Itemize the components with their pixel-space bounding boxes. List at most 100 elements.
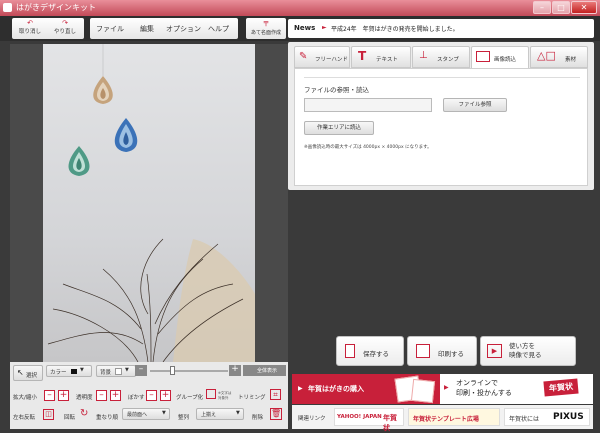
news-arrow-icon: ► <box>322 24 327 31</box>
print-label: 印刷する <box>438 350 464 358</box>
printer-icon <box>416 344 430 358</box>
undo-redo-group: ↶ 取り消し ↷ やり直し <box>12 18 84 39</box>
group-label[interactable]: グループ化 <box>176 393 203 401</box>
size-note: ※画像読込時の最大サイズは 4000px × 4000px になります。 <box>304 145 432 150</box>
redo-icon: ↷ <box>62 19 68 27</box>
trash-icon[interactable]: 🗑 <box>270 408 282 420</box>
file-path-input[interactable] <box>304 98 432 112</box>
blur-down-button[interactable]: – <box>146 390 157 401</box>
tab-image-load-label: 画像読込 <box>494 57 517 63</box>
address-side-button[interactable]: 〒 あて名面作成 <box>246 18 286 39</box>
monitor-icon <box>476 51 490 62</box>
address-label: あて名面作成 <box>251 30 281 36</box>
drop-blue <box>114 118 138 152</box>
tab-image-load[interactable]: 画像読込 <box>471 46 529 68</box>
tab-stamp[interactable]: ⊥ スタンプ <box>412 46 470 68</box>
app-icon <box>3 3 12 12</box>
minimize-button[interactable]: – <box>533 1 551 14</box>
video-guide-button[interactable]: ▶ 使い方を 映像で見る <box>480 336 576 366</box>
tab-freehand-label: フリーハンド <box>315 57 348 63</box>
redo-button[interactable]: ↷ やり直し <box>49 19 81 38</box>
trim-label[interactable]: トリミング <box>238 393 266 401</box>
menu-options[interactable]: オプション <box>166 24 201 34</box>
close-button[interactable]: ✕ <box>571 1 597 14</box>
select-label: 選択 <box>26 373 38 379</box>
related-links: 関連リンク YAHOO! JAPAN 年賀状 年賀状テンプレート広場 年賀状には… <box>292 405 593 432</box>
fit-view-button[interactable]: 全体表示 <box>243 365 286 376</box>
news-text[interactable]: 平成24年 年賀はがきの発売を開始しました。 <box>331 24 459 33</box>
order-value: 最前面へ <box>127 412 148 418</box>
select-tool[interactable]: ↖ 選択 <box>13 365 43 381</box>
load-to-workarea-button[interactable]: 作業エリアに読込 <box>304 121 374 135</box>
pixus-pre: 年賀状には <box>509 416 540 423</box>
yahoo-sub: 年賀状 <box>383 414 397 432</box>
group-icon[interactable] <box>206 389 216 399</box>
blur-label: ぼかす <box>128 395 145 401</box>
flip-label[interactable]: 左右反転 <box>13 413 35 421</box>
opacity-label: 透明度 <box>76 395 93 401</box>
maximize-button[interactable]: □ <box>552 1 570 14</box>
pen-icon: ✎ <box>299 51 308 62</box>
redo-label: やり直し <box>53 29 76 35</box>
tab-material[interactable]: △□ 素材 <box>530 46 588 68</box>
chevron-down-icon: ▼ <box>162 410 166 416</box>
rotate-icon[interactable]: ↻ <box>80 408 88 419</box>
cursor-icon: ↖ <box>17 368 24 377</box>
opacity-up-button[interactable]: + <box>110 390 121 401</box>
tab-text[interactable]: T テキスト <box>351 46 411 68</box>
crop-icon[interactable]: ⌗ <box>270 389 281 400</box>
zoom-out-button[interactable]: – <box>135 365 147 376</box>
text-icon: T <box>358 49 367 63</box>
pixus-logo: PIXUS <box>553 412 584 422</box>
shapes-icon: △□ <box>537 49 556 62</box>
rotate-label[interactable]: 回転 <box>64 413 75 421</box>
divider <box>304 77 580 78</box>
postcard-canvas[interactable] <box>43 44 255 362</box>
order-select[interactable]: 最前面へ ▼ <box>122 408 170 420</box>
browse-button[interactable]: ファイル参照 <box>443 98 507 112</box>
buy-postcards-label: 年賀はがきの購入 <box>308 385 364 393</box>
drop-beige <box>93 76 113 104</box>
tab-freehand[interactable]: ✎ フリーハンド <box>294 46 350 68</box>
postcard-image <box>410 378 436 404</box>
chevron-down-icon: ▼ <box>236 410 240 416</box>
arrow-right-icon: ▶ <box>298 385 303 392</box>
save-button[interactable]: 保存する <box>336 336 404 366</box>
color-label: カラー <box>50 370 67 376</box>
menu-help[interactable]: ヘルプ <box>208 24 229 34</box>
background-picker[interactable]: 背景 ▼ <box>96 365 136 377</box>
yahoo-link[interactable]: YAHOO! JAPAN 年賀状 <box>334 408 404 432</box>
zoom-slider-handle[interactable] <box>170 366 175 375</box>
menu-edit[interactable]: 編集 <box>140 24 154 34</box>
scale-label: 拡大/縮小 <box>13 395 37 401</box>
scale-up-button[interactable]: + <box>58 390 69 401</box>
undo-icon: ↶ <box>27 19 33 27</box>
undo-button[interactable]: ↶ 取り消し <box>14 19 46 38</box>
tab-stamp-label: スタンプ <box>437 57 459 63</box>
opacity-down-button[interactable]: – <box>96 390 107 401</box>
zoom-in-button[interactable]: + <box>229 365 241 376</box>
print-button[interactable]: 印刷する <box>407 336 477 366</box>
image-load-content: ファイルの参照・読込 ファイル参照 作業エリアに読込 ※画像読込時の最大サイズは… <box>294 68 588 186</box>
buy-postcards-banner[interactable]: ▶ 年賀はがきの購入 <box>292 374 440 404</box>
group-note: ※文字は対象外 <box>218 391 232 400</box>
news-bar: News ► 平成24年 年賀はがきの発売を開始しました。 <box>288 19 594 38</box>
scale-down-button[interactable]: – <box>44 390 55 401</box>
arrow-right-icon: ▶ <box>444 384 449 391</box>
color-picker[interactable]: カラー ▼ <box>46 365 92 377</box>
drop-green <box>68 146 90 176</box>
video-guide-label: 使い方を 映像で見る <box>509 342 542 359</box>
zoom-slider[interactable] <box>150 370 228 372</box>
blur-up-button[interactable]: + <box>160 390 171 401</box>
align-select[interactable]: 上揃え ▼ <box>196 408 244 420</box>
save-label: 保存する <box>363 350 389 358</box>
online-print-label: オンラインで 印刷・投かんする <box>456 379 512 397</box>
online-print-banner[interactable]: ▶ オンラインで 印刷・投かんする 年賀状 <box>440 374 593 404</box>
template-link[interactable]: 年賀状テンプレート広場 <box>408 408 500 426</box>
flip-icon[interactable]: ◫ <box>43 409 54 420</box>
related-links-label: 関連リンク <box>298 416 326 422</box>
tab-text-label: テキスト <box>376 57 398 63</box>
delete-label[interactable]: 削除 <box>252 413 263 421</box>
menu-file[interactable]: ファイル <box>96 24 124 34</box>
pixus-link[interactable]: 年賀状には PIXUS <box>504 408 590 426</box>
